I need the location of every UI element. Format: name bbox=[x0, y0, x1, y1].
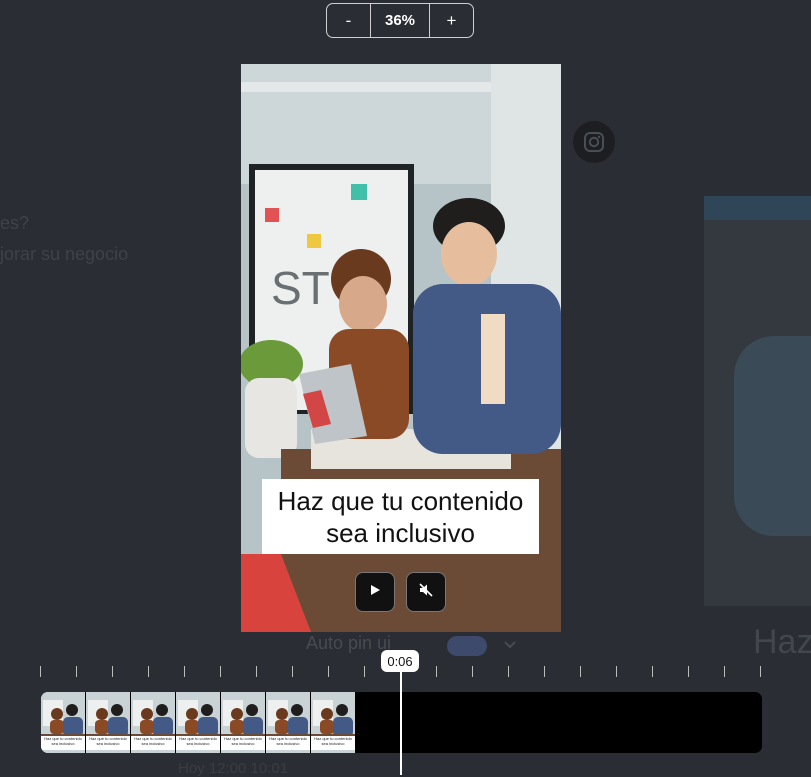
zoom-out-button[interactable]: - bbox=[327, 4, 370, 37]
current-time-indicator[interactable]: 0:06 bbox=[381, 650, 419, 672]
ruler-tick bbox=[616, 666, 617, 677]
playhead[interactable] bbox=[400, 672, 402, 775]
ruler-tick bbox=[760, 666, 761, 677]
timeline-thumbnail: Haz que tu contenido sea inclusivo bbox=[221, 692, 265, 753]
play-icon bbox=[369, 583, 381, 601]
ruler-tick bbox=[472, 666, 473, 677]
ruler-tick bbox=[40, 666, 41, 677]
timeline-thumbnail: Haz que tu contenido sea inclusivo bbox=[86, 692, 130, 753]
instagram-icon[interactable] bbox=[573, 121, 615, 163]
zoom-in-button[interactable]: + bbox=[430, 4, 473, 37]
thumbnail-caption: Haz que tu contenido sea inclusivo bbox=[266, 736, 310, 750]
ruler-tick bbox=[580, 666, 581, 677]
ruler-tick bbox=[436, 666, 437, 677]
ruler-tick bbox=[76, 666, 77, 677]
ruler-tick bbox=[148, 666, 149, 677]
video-preview[interactable]: ST Haz que tu contenido sea inclusivo bbox=[241, 64, 561, 632]
ruler-tick bbox=[364, 666, 365, 677]
ruler-tick bbox=[724, 666, 725, 677]
ruler-tick bbox=[256, 666, 257, 677]
ruler-tick bbox=[292, 666, 293, 677]
timeline-thumbnail: Haz que tu contenido sea inclusivo bbox=[311, 692, 355, 753]
timeline-thumbnail: Haz que tu contenido sea inclusivo bbox=[266, 692, 310, 753]
ruler-tick bbox=[688, 666, 689, 677]
thumbnail-caption: Haz que tu contenido sea inclusivo bbox=[221, 736, 265, 750]
adjacent-slide-preview[interactable] bbox=[704, 196, 811, 606]
ruler-tick bbox=[508, 666, 509, 677]
thumbnail-caption: Haz que tu contenido sea inclusivo bbox=[176, 736, 220, 750]
ruler-tick bbox=[112, 666, 113, 677]
timeline-thumbnail: Haz que tu contenido sea inclusivo bbox=[131, 692, 175, 753]
ruler-tick bbox=[544, 666, 545, 677]
auto-caption-label: Auto pin ui bbox=[306, 633, 392, 653]
ruler-tick bbox=[652, 666, 653, 677]
thumbnail-caption: Haz que tu contenido sea inclusivo bbox=[131, 736, 175, 750]
thumbnail-caption: Haz que tu contenido sea inclusivo bbox=[86, 736, 130, 750]
mute-button[interactable] bbox=[406, 572, 446, 612]
zoom-level: 36% bbox=[370, 4, 430, 37]
timeline-thumbnail: Haz que tu contenido sea inclusivo bbox=[176, 692, 220, 753]
zoom-control: - 36% + bbox=[326, 3, 474, 38]
svg-text:ST: ST bbox=[271, 262, 330, 314]
ruler-tick bbox=[328, 666, 329, 677]
thumbnail-caption: Haz que tu contenido sea inclusivo bbox=[41, 736, 85, 750]
thumbnail-caption: Haz que tu contenido sea inclusivo bbox=[311, 736, 355, 750]
bg-text-fragment-2: jorar su negocio bbox=[0, 244, 129, 264]
bottom-toolbar-fragment: Hoy 12:00 10:01 bbox=[178, 760, 289, 777]
play-button[interactable] bbox=[355, 572, 395, 612]
muted-speaker-icon bbox=[418, 582, 434, 603]
chevron-down-icon[interactable] bbox=[502, 636, 518, 652]
ruler-tick bbox=[220, 666, 221, 677]
adjacent-slide-title: Haz bbox=[753, 623, 811, 661]
timeline-thumbnail: Haz que tu contenido sea inclusivo bbox=[41, 692, 85, 753]
auto-caption-toggle[interactable] bbox=[447, 636, 487, 656]
ruler-tick bbox=[184, 666, 185, 677]
bg-text-fragment-1: es? bbox=[0, 213, 30, 233]
video-caption[interactable]: Haz que tu contenido sea inclusivo bbox=[262, 479, 539, 554]
